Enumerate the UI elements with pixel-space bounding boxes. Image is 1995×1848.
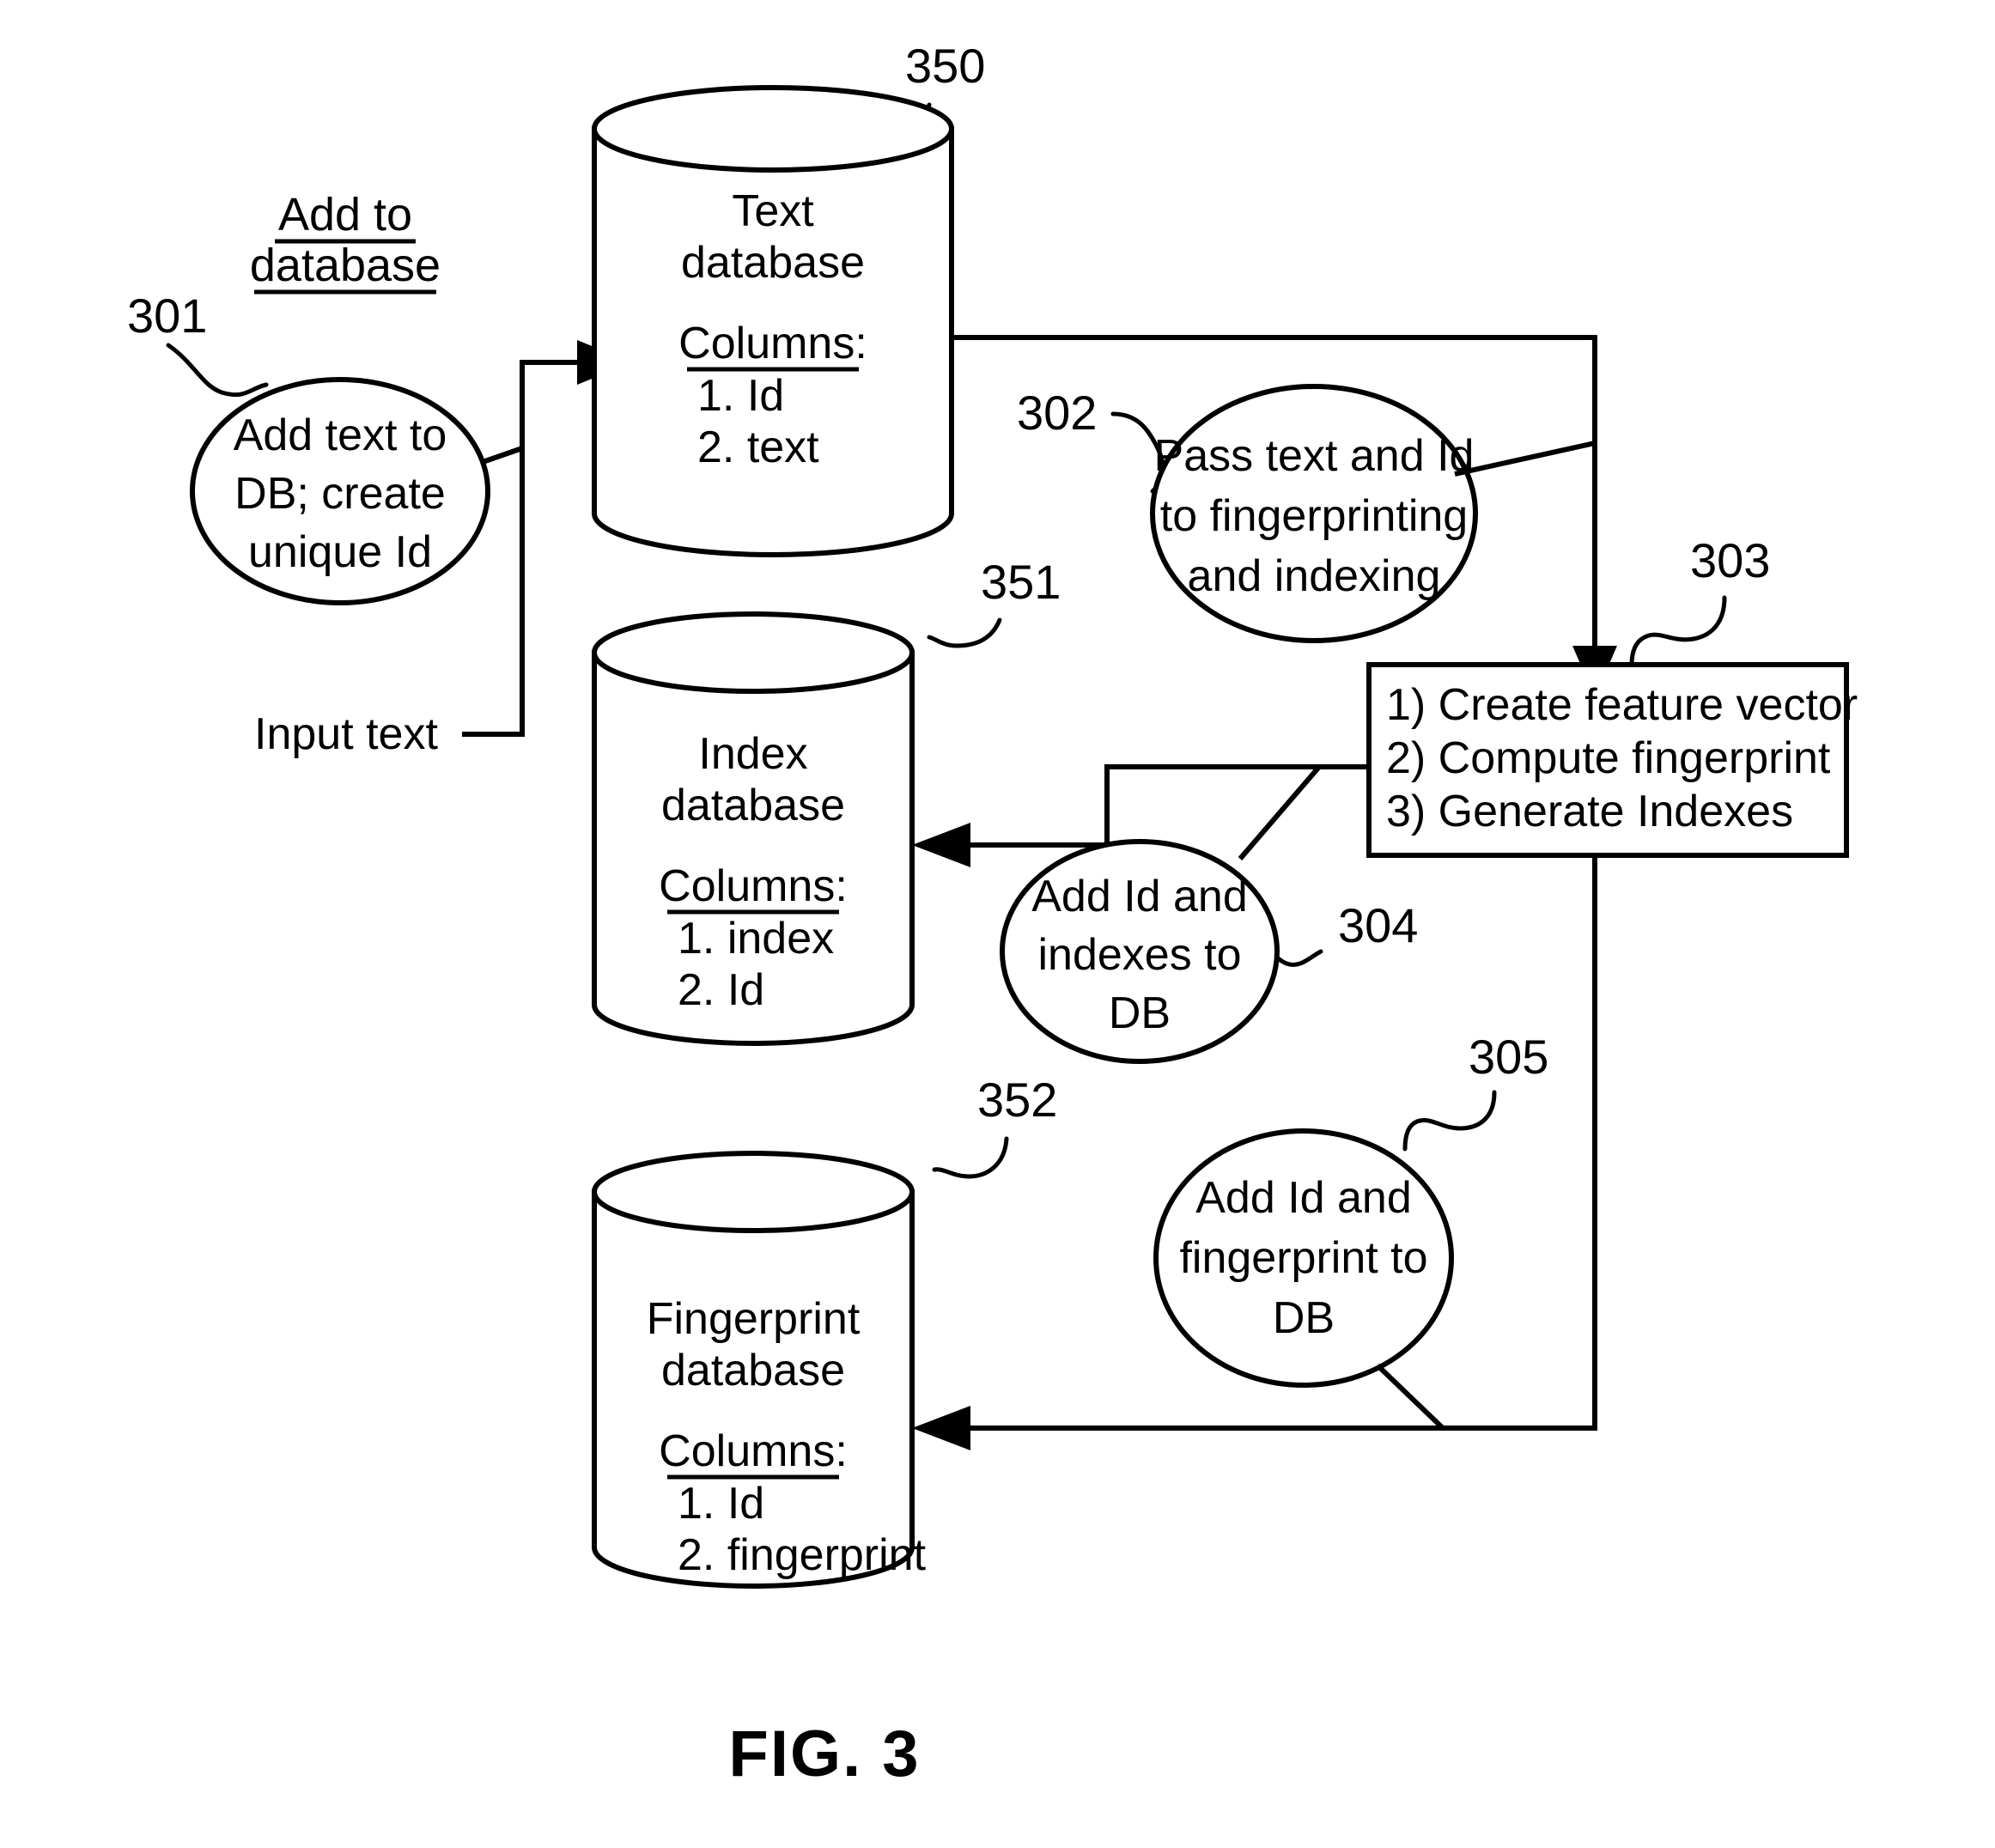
ref-303-leader: 303 xyxy=(1629,533,1770,667)
arrowhead-box303-to-fingerprintdb xyxy=(912,1406,970,1450)
diagram-canvas: Add to database 301 Add text to DB; crea… xyxy=(127,39,1858,1790)
add-index-node: Add Id and indexes to DB xyxy=(1000,839,1280,1064)
pass-text-line-2: to fingerprinting xyxy=(1160,491,1468,541)
pass-text-line-3: and indexing xyxy=(1188,551,1441,601)
add-text-line-1: Add text to xyxy=(234,410,447,460)
add-fingerprint-line-1: Add Id and xyxy=(1195,1173,1412,1223)
pass-text-node: Pass text and Id to fingerprinting and i… xyxy=(1150,384,1478,643)
ref-303-label: 303 xyxy=(1690,533,1770,587)
ref-301-label: 301 xyxy=(127,289,207,343)
add-index-line-3: DB xyxy=(1109,988,1171,1038)
add-index-line-2: indexes to xyxy=(1037,930,1241,980)
ref-304-label: 304 xyxy=(1338,898,1418,952)
text-database: Text database Columns: 1. Id 2. text xyxy=(592,85,954,557)
index-database-columns-header: Columns: xyxy=(659,861,848,911)
ref-352-leader: 352 xyxy=(932,1073,1057,1179)
text-database-title-2: database xyxy=(681,238,865,288)
add-fingerprint-line-3: DB xyxy=(1273,1293,1335,1343)
ref-302-leader: 302 xyxy=(1017,386,1165,494)
section-header: Add to database xyxy=(250,189,441,295)
ref-301-leader: 301 xyxy=(127,289,269,398)
fingerprint-database: Fingerprint database Columns: 1. Id 2. f… xyxy=(592,1151,927,1589)
process-step-3: 3) Generate Indexes xyxy=(1386,787,1793,836)
edge-302-to-path xyxy=(1454,441,1596,477)
ref-352-label: 352 xyxy=(977,1073,1057,1127)
index-database-title-1: Index xyxy=(698,729,807,779)
process-box-303: 1) Create feature vector 2) Compute fing… xyxy=(1366,662,1858,858)
add-text-node: Add text to DB; create unique Id xyxy=(190,377,490,605)
edge-305-to-path xyxy=(1375,1363,1445,1431)
text-database-column-1: 1. Id xyxy=(697,371,784,421)
add-index-line-1: Add Id and xyxy=(1031,872,1248,921)
ref-350-label: 350 xyxy=(905,39,985,93)
ref-351-leader: 351 xyxy=(927,555,1061,648)
index-database-top xyxy=(592,611,915,694)
ref-305-label: 305 xyxy=(1469,1030,1548,1084)
text-database-column-2: 2. text xyxy=(697,422,819,472)
fingerprint-database-columns-header: Columns: xyxy=(659,1426,848,1476)
text-database-top xyxy=(592,85,954,173)
ref-305-leader: 305 xyxy=(1402,1030,1548,1152)
index-database-column-2: 2. Id xyxy=(678,965,764,1015)
text-database-title-1: Text xyxy=(732,186,814,236)
ref-302-label: 302 xyxy=(1017,386,1097,440)
process-step-2: 2) Compute fingerprint xyxy=(1386,733,1831,783)
add-fingerprint-line-2: fingerprint to xyxy=(1179,1233,1427,1283)
fingerprint-database-title-2: database xyxy=(661,1346,845,1395)
input-text-label: Input text xyxy=(254,709,438,759)
section-header-line2: database xyxy=(250,240,441,291)
add-text-line-2: DB; create xyxy=(234,469,446,519)
figure-caption: FIG. 3 xyxy=(728,1717,920,1790)
index-database-column-1: 1. index xyxy=(678,914,834,964)
add-fingerprint-node: Add Id and fingerprint to DB xyxy=(1153,1128,1454,1388)
add-text-line-3: unique Id xyxy=(248,527,432,577)
pass-text-line-1: Pass text and Id xyxy=(1154,431,1475,481)
edge-304-to-path xyxy=(1238,765,1322,860)
edge-input-to-textdb xyxy=(462,360,577,737)
ref-351-label: 351 xyxy=(981,555,1061,609)
process-step-1: 1) Create feature vector xyxy=(1386,680,1858,730)
section-header-line1: Add to xyxy=(278,189,412,240)
patent-figure: Add to database 301 Add text to DB; crea… xyxy=(0,0,1995,1848)
index-database: Index database Columns: 1. index 2. Id xyxy=(592,611,915,1046)
fingerprint-database-title-1: Fingerprint xyxy=(647,1294,861,1344)
edge-301-to-trunk xyxy=(482,446,523,465)
fingerprint-database-column-1: 1. Id xyxy=(678,1479,764,1529)
fingerprint-database-top xyxy=(592,1151,915,1233)
text-database-columns-header: Columns: xyxy=(678,319,867,368)
index-database-title-2: database xyxy=(661,781,845,830)
fingerprint-database-column-2: 2. fingerprint xyxy=(678,1530,927,1580)
arrowhead-box303-to-indexdb xyxy=(912,823,970,867)
